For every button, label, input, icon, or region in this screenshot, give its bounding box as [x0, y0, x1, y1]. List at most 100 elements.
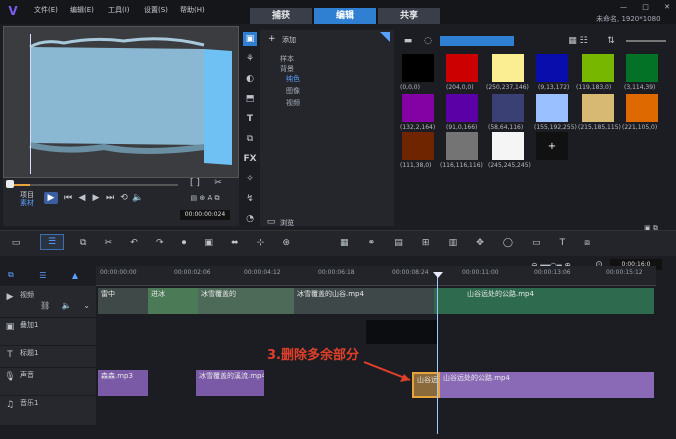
- playhead-handle[interactable]: [433, 272, 443, 278]
- browse-button[interactable]: 浏览: [280, 218, 294, 228]
- trim-markers-icon[interactable]: [ ]: [180, 178, 210, 188]
- add-button[interactable]: 添加: [282, 35, 296, 45]
- window-controls[interactable]: — □ ✕: [620, 2, 670, 12]
- graphics-icon[interactable]: ⧉: [243, 132, 257, 146]
- split-icon[interactable]: ✂: [212, 178, 224, 188]
- track-name-title[interactable]: 标题1: [20, 348, 38, 358]
- track-name-video[interactable]: 视频: [20, 290, 34, 300]
- sound-mixer-icon[interactable]: ⚭: [368, 238, 376, 248]
- menu-tools[interactable]: 工具(I): [108, 5, 130, 15]
- track-name-overlay[interactable]: 叠加1: [20, 320, 38, 330]
- menu-settings[interactable]: 设置(S): [144, 5, 168, 15]
- clip-mode-label[interactable]: 素材: [20, 198, 34, 208]
- video-clip[interactable]: 山谷远处的公路.mp4: [434, 288, 654, 314]
- category-sample[interactable]: 样本: [280, 54, 294, 64]
- motion-icon[interactable]: ⊹: [257, 238, 265, 248]
- track-name-voice[interactable]: 声音: [20, 370, 34, 380]
- next-frame-icon[interactable]: ▶: [90, 192, 102, 204]
- repeat-icon[interactable]: ⟲: [118, 192, 130, 204]
- video-clip[interactable]: 冰雪覆盖的山谷.mp4: [294, 288, 434, 314]
- grid-icon[interactable]: ⊞: [422, 238, 430, 248]
- text-tool-icon[interactable]: T: [560, 238, 566, 248]
- tracker-icon[interactable]: ✥: [476, 238, 484, 248]
- menu-help[interactable]: 帮助(H): [180, 5, 205, 15]
- auto-music-icon[interactable]: ▥: [449, 238, 458, 248]
- lasso-icon[interactable]: ◯: [503, 238, 513, 248]
- category-video[interactable]: 视频: [286, 98, 300, 108]
- path-icon[interactable]: ✧: [243, 172, 257, 186]
- category-background[interactable]: 背景: [280, 64, 294, 74]
- fx-icon[interactable]: FX: [243, 152, 257, 166]
- play-icon[interactable]: ▶: [44, 192, 58, 204]
- timeline-playhead[interactable]: [437, 274, 438, 434]
- volume-icon[interactable]: 🔈: [132, 192, 144, 204]
- swatch-6[interactable]: [402, 94, 434, 122]
- menu-file[interactable]: 文件(E): [34, 5, 58, 15]
- video-clip[interactable]: 冰雪覆盖的: [198, 288, 294, 314]
- split-screen-icon[interactable]: ⬌: [231, 238, 239, 248]
- tab-edit[interactable]: 编辑: [314, 8, 376, 24]
- undo-icon[interactable]: ↶: [130, 238, 138, 248]
- track-manager[interactable]: ⧉ ☰ ▲: [8, 270, 78, 280]
- swatch-3[interactable]: [536, 54, 568, 82]
- minimize-icon[interactable]: —: [620, 3, 627, 11]
- swatch-12[interactable]: [402, 132, 434, 160]
- timecode-display[interactable]: 00:00:00:024: [180, 210, 230, 220]
- chapter-icon[interactable]: ☰: [39, 271, 46, 280]
- swatch-14[interactable]: [492, 132, 524, 160]
- skip-start-icon[interactable]: ⏮: [62, 192, 74, 204]
- swatch-1[interactable]: [446, 54, 478, 82]
- swatch-4[interactable]: [582, 54, 614, 82]
- voice-clip[interactable]: 冰雪覆盖的溪流.mp4: [196, 370, 264, 396]
- swatch-7[interactable]: [446, 94, 478, 122]
- prev-frame-icon[interactable]: ◀: [76, 192, 88, 204]
- timeline-view-icon[interactable]: ☰: [40, 234, 64, 250]
- instant-project-icon[interactable]: ⚘: [243, 52, 257, 66]
- close-icon[interactable]: ✕: [664, 3, 670, 11]
- scrub-handle[interactable]: [6, 180, 14, 188]
- voice-clip[interactable]: 森森.mp3: [98, 370, 148, 396]
- track-manager-icon[interactable]: ⧉: [8, 270, 14, 280]
- video-clip[interactable]: 雷中: [98, 288, 148, 314]
- video-clip[interactable]: 进冰: [148, 288, 198, 314]
- add-plus-icon[interactable]: +: [268, 34, 276, 44]
- effects-tools[interactable]: ▦ ⚭ ▤ ⊞ ▥ ✥ ◯ ▭ T ⧈: [340, 236, 590, 250]
- skip-end-icon[interactable]: ⏭: [104, 192, 116, 204]
- browse-folder-icon[interactable]: ▭: [266, 217, 276, 227]
- swatch-10[interactable]: [582, 94, 614, 122]
- track-name-music[interactable]: 音乐1: [20, 398, 38, 408]
- copy-icon[interactable]: ⧉: [80, 238, 86, 248]
- speed-icon[interactable]: ◔: [243, 212, 257, 226]
- swatch-5[interactable]: [626, 54, 658, 82]
- tab-share[interactable]: 共享: [378, 8, 440, 24]
- redo-icon[interactable]: ↷: [156, 238, 164, 248]
- multicam-icon[interactable]: ▦: [340, 238, 349, 248]
- category-solid-color[interactable]: 纯色: [286, 74, 300, 84]
- swatch-8[interactable]: [492, 94, 524, 122]
- color-icon[interactable]: ◐: [243, 72, 257, 86]
- edit-tools[interactable]: ⧉ ✂ ↶ ↷ ⏺ ▣ ⬌ ⊹ ⊛: [80, 236, 290, 250]
- maximize-icon[interactable]: □: [642, 3, 649, 11]
- stabilize-icon[interactable]: ▭: [532, 238, 541, 248]
- mask-icon[interactable]: ⊛: [282, 238, 290, 248]
- swatch-13[interactable]: [446, 132, 478, 160]
- record-icon[interactable]: ⏺: [182, 238, 187, 248]
- link-icon[interactable]: ⛓: [40, 301, 50, 310]
- swatch-9[interactable]: [536, 94, 568, 122]
- track-controls[interactable]: ⛓ 🔈 ⌄: [40, 300, 90, 310]
- overlay-clip[interactable]: [366, 320, 438, 344]
- menu-edit[interactable]: 编辑(E): [70, 5, 94, 15]
- motion-path-icon[interactable]: ↯: [243, 192, 257, 206]
- swatch-11[interactable]: [626, 94, 658, 122]
- category-image[interactable]: 图像: [286, 86, 300, 96]
- swatch-0[interactable]: [402, 54, 434, 82]
- expand-icon[interactable]: ⌄: [83, 301, 90, 310]
- title-icon[interactable]: T: [243, 112, 257, 126]
- transition-icon[interactable]: ⬒: [243, 92, 257, 106]
- subtitle-icon[interactable]: ▤: [394, 238, 403, 248]
- swatch-2[interactable]: [492, 54, 524, 82]
- storyboard-view-icon[interactable]: ▭: [8, 236, 24, 250]
- tools-icon[interactable]: ✂: [105, 238, 113, 248]
- tab-capture[interactable]: 捕获: [250, 8, 312, 24]
- snapshot-icon[interactable]: ▣: [204, 238, 213, 248]
